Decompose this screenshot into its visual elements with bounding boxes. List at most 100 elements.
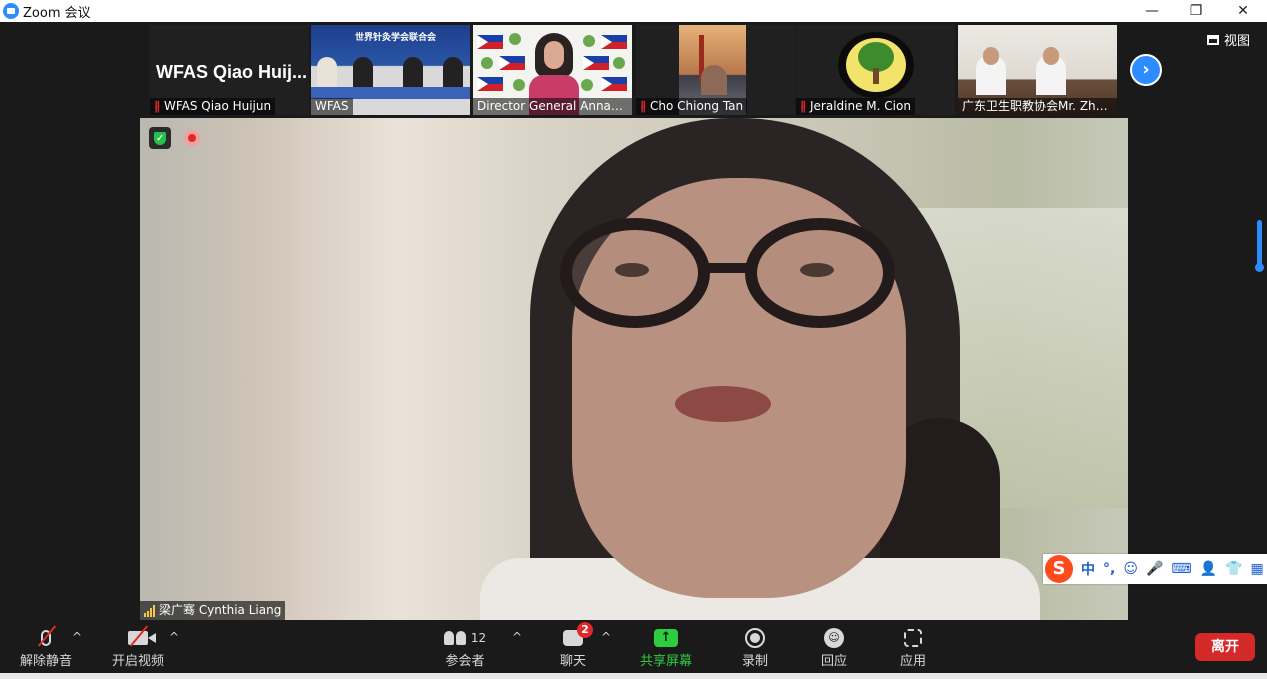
ime-keyboard-icon[interactable]: ⌨ (1171, 561, 1191, 577)
window-title: Zoom 会议 (23, 5, 91, 21)
glasses-bridge (705, 263, 751, 273)
virus-icon (583, 35, 595, 47)
sogou-ime-logo-icon[interactable]: S (1045, 555, 1073, 583)
meeting-toolbar: 解除静音 ^ 开启视频 ^ 12 参会者 ^ 2 聊天 ^ ↑ 共享屏幕 录制 … (0, 620, 1267, 673)
participant-tile[interactable]: 广东卫生职教协会Mr. Zha... (958, 25, 1117, 115)
virus-icon (481, 57, 493, 69)
person-head (983, 47, 999, 65)
participant-name: 广东卫生职教协会Mr. Zha... (962, 99, 1115, 113)
next-page-button[interactable]: › (1130, 54, 1162, 86)
zoom-logo-icon (3, 3, 19, 19)
encryption-shield-button[interactable]: ✓ (149, 127, 171, 149)
participant-name-label: ∦ Jeraldine M. Cion (796, 98, 915, 115)
active-speaker-name: 梁广骞 Cynthia Liang (159, 603, 282, 617)
shield-check-icon: ✓ (154, 131, 166, 145)
apps-icon (904, 626, 922, 650)
active-speaker-video: ✓ (140, 118, 1128, 620)
ime-chinese-mode[interactable]: 中 (1081, 559, 1095, 579)
participant-name: Jeraldine M. Cion (810, 99, 911, 113)
share-screen-button[interactable]: ↑ 共享屏幕 (626, 624, 706, 670)
recording-indicator-icon[interactable] (184, 130, 200, 146)
virus-icon (509, 33, 521, 45)
chat-label: 聊天 (559, 654, 586, 669)
participant-name-label: 广东卫生职教协会Mr. Zha... (958, 98, 1117, 115)
start-video-button[interactable]: 开启视频 (98, 624, 178, 670)
record-label: 录制 (741, 654, 768, 669)
participant-tile[interactable]: ∦ Jeraldine M. Cion (796, 25, 955, 115)
participant-name-label: ∦ Cho Chiong Tan (636, 98, 748, 115)
start-video-label: 开启视频 (111, 654, 164, 669)
ime-user-icon[interactable]: 👤 (1200, 561, 1217, 577)
participants-label: 参会者 (445, 654, 485, 669)
muted-mic-icon: ∦ (800, 99, 806, 113)
speaker-mouth (675, 386, 771, 422)
video-options-caret-icon[interactable]: ^ (169, 630, 179, 644)
participant-name-label: ∦ WFAS Qiao Huijun (150, 98, 276, 115)
participant-name: WFAS (315, 99, 349, 113)
flag-icon (601, 77, 627, 91)
ime-skin-icon[interactable]: 👕 (1225, 561, 1242, 577)
apps-label: 应用 (899, 654, 926, 669)
unmute-label: 解除静音 (19, 654, 72, 669)
virus-icon (513, 79, 525, 91)
ime-punctuation[interactable]: °, (1103, 561, 1115, 577)
window-bottom-edge (0, 673, 1267, 679)
participant-tile[interactable]: WFAS Qiao Huij... ∦ WFAS Qiao Huijun (150, 25, 309, 115)
participant-name: Cho Chiong Tan (650, 99, 744, 113)
flag-icon (601, 35, 627, 49)
record-button[interactable]: 录制 (715, 624, 795, 670)
view-label: 视图 (1224, 34, 1251, 49)
reactions-label: 回应 (820, 654, 847, 669)
participant-name-label: Director General Annabel... (473, 98, 632, 115)
chat-options-caret-icon[interactable]: ^ (601, 630, 611, 644)
muted-mic-icon: ∦ (154, 99, 160, 113)
participant-tile[interactable]: 世界针灸学会联合会 WFAS (311, 25, 470, 115)
participant-name: Director General Annabel... (477, 99, 632, 113)
participant-strip: WFAS Qiao Huij... ∦ WFAS Qiao Huijun 世界针灸… (0, 22, 1267, 118)
share-screen-label: 共享屏幕 (639, 654, 692, 669)
virus-icon (581, 79, 593, 91)
share-screen-icon: ↑ (654, 626, 678, 650)
ime-toolbar: S 中 °, ☺ 🎤 ⌨ 👤 👕 ▦ (1043, 554, 1267, 584)
chat-bubble-icon: 2 (563, 622, 593, 650)
flag-icon (477, 77, 503, 91)
participant-big-name: WFAS Qiao Huij... (156, 62, 308, 82)
apps-button[interactable]: 应用 (873, 624, 953, 670)
view-button[interactable]: 视图 (1207, 30, 1250, 49)
org-banner-text: 世界针灸学会联合会 (355, 33, 437, 43)
participant-tile[interactable]: ∦ Cho Chiong Tan (636, 25, 795, 115)
participants-options-caret-icon[interactable]: ^ (512, 630, 522, 644)
chevron-right-icon: › (1142, 59, 1150, 80)
active-speaker-name-label: 梁广骞 Cynthia Liang (140, 601, 286, 620)
leave-meeting-button[interactable]: 离开 (1195, 633, 1255, 661)
close-button[interactable]: ✕ (1220, 0, 1266, 22)
unread-chat-badge: 2 (577, 622, 593, 638)
ime-voice-icon[interactable]: 🎤 (1146, 561, 1163, 577)
virus-icon (613, 57, 625, 69)
signal-strength-icon (144, 604, 155, 617)
ime-emoji-icon[interactable]: ☺ (1123, 561, 1138, 577)
smiley-plus-icon: ☺ (824, 626, 844, 650)
muted-mic-icon: ∦ (640, 99, 646, 113)
participants-button[interactable]: 12 参会者 (425, 624, 505, 670)
participant-tile[interactable]: Director General Annabel... (473, 25, 632, 115)
view-grid-icon (1207, 34, 1219, 45)
scroll-handle[interactable] (1255, 263, 1264, 272)
muted-microphone-icon (41, 626, 51, 650)
audio-options-caret-icon[interactable]: ^ (72, 630, 82, 644)
restore-button[interactable]: ❐ (1173, 0, 1219, 22)
glasses-lens (745, 218, 895, 328)
participant-avatar-logo (838, 32, 914, 98)
person-figure (701, 65, 727, 95)
ime-toolbox-icon[interactable]: ▦ (1250, 561, 1263, 577)
person-head (1043, 47, 1059, 65)
flag-icon (583, 56, 609, 70)
video-off-camera-icon (128, 626, 156, 650)
minimize-button[interactable]: — (1129, 0, 1175, 22)
participant-name: WFAS Qiao Huijun (164, 99, 272, 113)
reactions-button[interactable]: ☺ 回应 (794, 624, 874, 670)
participants-icon: 12 (443, 626, 487, 650)
glasses-lens (560, 218, 710, 328)
title-bar: Zoom 会议 — ❐ ✕ (0, 0, 1267, 22)
participant-count: 12 (470, 631, 487, 645)
